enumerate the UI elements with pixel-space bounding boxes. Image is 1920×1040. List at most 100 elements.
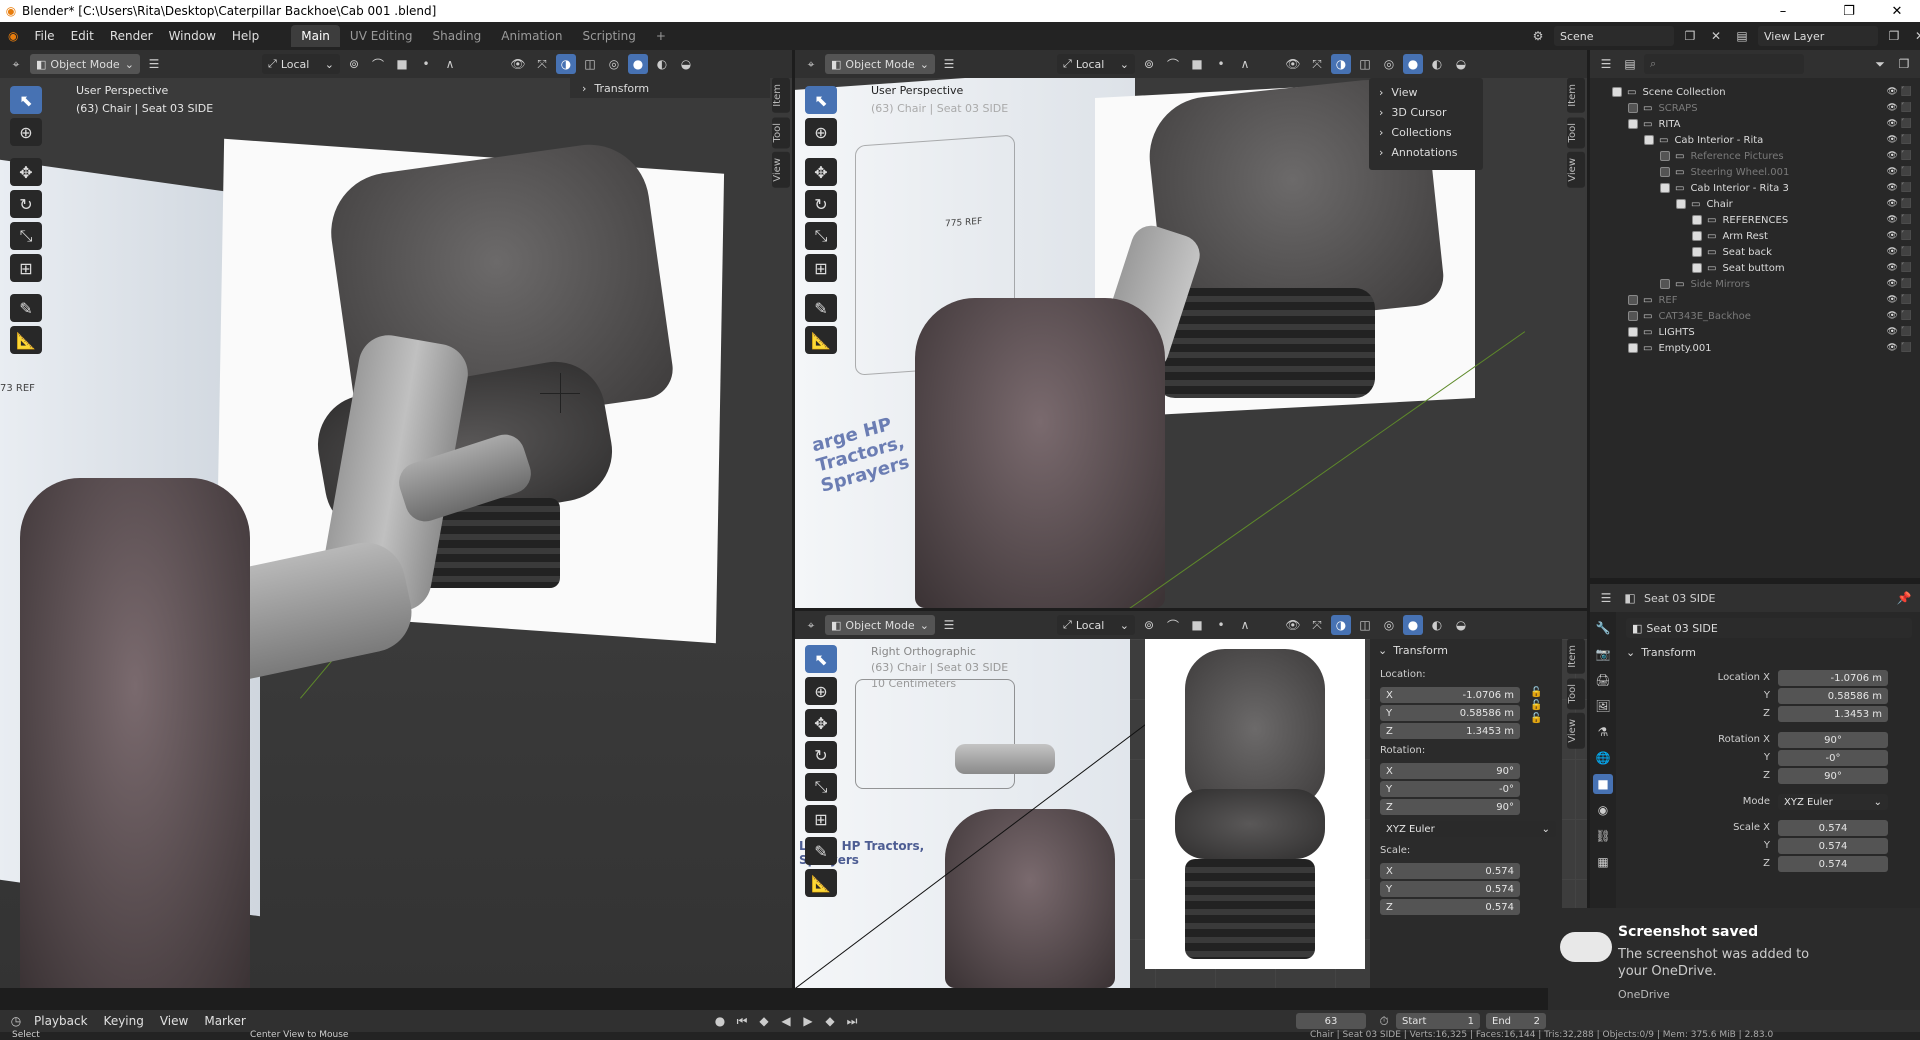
play-icon[interactable]: ▶	[798, 1011, 818, 1031]
menu-file[interactable]: File	[26, 22, 62, 50]
tab-item[interactable]: Item	[1567, 639, 1585, 674]
outliner-item[interactable]: ▭ LIGHTS 👁 ⬛	[1590, 324, 1920, 340]
outliner-item[interactable]: ▭ Cab Interior - Rita 3 👁 ⬛	[1590, 180, 1920, 196]
material-shading-icon[interactable]: ◐	[1427, 54, 1447, 74]
scale-x-field[interactable]: 0.574	[1778, 820, 1888, 836]
overlay-icon[interactable]: ◑	[1331, 615, 1351, 635]
editor-type-icon[interactable]: ⌖	[801, 615, 821, 635]
start-frame-field[interactable]: Start 1	[1396, 1013, 1480, 1029]
checkbox-icon[interactable]	[1628, 311, 1638, 321]
editor-type-icon[interactable]: ⌖	[801, 54, 821, 74]
transform-section-header[interactable]: ⌄ Transform	[1626, 646, 1696, 659]
jump-keyframe-forward-icon[interactable]: ◆	[820, 1011, 840, 1031]
location-y-field[interactable]: 0.58586 m	[1778, 688, 1888, 704]
cursor-tool-icon[interactable]: ⊕	[805, 677, 837, 705]
outliner-item[interactable]: ▭ Empty.001 👁 ⬛	[1590, 340, 1920, 356]
tab-scripting[interactable]: Scripting	[572, 25, 645, 47]
transform-panel-header[interactable]: ⌄ Transform	[1370, 639, 1562, 661]
measure-tool-icon[interactable]: 📐	[805, 326, 837, 354]
select-box-tool-icon[interactable]: ⬉	[805, 645, 837, 673]
checkbox-icon[interactable]	[1628, 295, 1638, 305]
transform-panel-header[interactable]: › Transform	[570, 78, 770, 98]
wireframe-shading-icon[interactable]: ◎	[604, 54, 624, 74]
checkbox-icon[interactable]	[1692, 215, 1702, 225]
cursor-tool-icon[interactable]: ⊕	[805, 118, 837, 146]
visibility-toggle-icon[interactable]: 👁 ⬛	[1887, 167, 1913, 177]
location-x-field[interactable]: X -1.0706 m	[1380, 687, 1520, 703]
hamburger-menu-icon[interactable]: ☰	[939, 54, 959, 74]
outliner-item[interactable]: ▭ Steering Wheel.001 👁 ⬛	[1590, 164, 1920, 180]
rotate-tool-icon[interactable]: ↻	[10, 190, 42, 218]
minimize-button[interactable]: –	[1760, 0, 1806, 22]
mode-selector[interactable]: ◧ Object Mode ⌄	[825, 615, 935, 635]
outliner-item[interactable]: ▭ Chair 👁 ⬛	[1590, 196, 1920, 212]
editor-type-icon[interactable]: ◷	[6, 1011, 26, 1031]
falloff-icon[interactable]: ∧	[440, 54, 460, 74]
annotate-tool-icon[interactable]: ✎	[805, 294, 837, 322]
proportional-icon[interactable]: •	[416, 54, 436, 74]
checkbox-icon[interactable]	[1660, 151, 1670, 161]
menu-window[interactable]: Window	[161, 22, 224, 50]
annotate-tool-icon[interactable]: ✎	[805, 837, 837, 865]
rotation-z-field[interactable]: 90°	[1778, 768, 1888, 784]
menu-render[interactable]: Render	[102, 22, 161, 50]
cursor-tool-icon[interactable]: ⊕	[10, 118, 42, 146]
view-layer-selector[interactable]: View Layer	[1758, 26, 1878, 46]
wireframe-shading-icon[interactable]: ◎	[1379, 54, 1399, 74]
visibility-icon[interactable]: 👁	[508, 54, 528, 74]
select-box-tool-icon[interactable]: ⬉	[805, 86, 837, 114]
output-tab-icon[interactable]: 🖨	[1593, 670, 1613, 690]
checkbox-icon[interactable]	[1628, 327, 1638, 337]
editor-type-icon[interactable]: ☰	[1596, 54, 1616, 74]
checkbox-icon[interactable]	[1644, 135, 1654, 145]
pivot-icon[interactable]: ⊚	[1139, 54, 1159, 74]
outliner-search-input[interactable]: ⌕	[1644, 54, 1804, 74]
play-reverse-icon[interactable]: ◀	[776, 1011, 796, 1031]
outliner-item[interactable]: ▭ REF 👁 ⬛	[1590, 292, 1920, 308]
wireframe-shading-icon[interactable]: ◎	[1379, 615, 1399, 635]
location-z-field[interactable]: 1.3453 m	[1778, 706, 1888, 722]
world-tab-icon[interactable]: 🌐	[1593, 748, 1613, 768]
blender-menu-icon[interactable]: ◉	[0, 22, 26, 50]
snap-target-icon[interactable]: ■	[392, 54, 412, 74]
proportional-icon[interactable]: •	[1211, 615, 1231, 635]
falloff-icon[interactable]: ∧	[1235, 615, 1255, 635]
falloff-icon[interactable]: ∧	[1235, 54, 1255, 74]
overlay-icon[interactable]: ◑	[1331, 54, 1351, 74]
tool-tab-icon[interactable]: 🔧	[1593, 618, 1613, 638]
menu-marker[interactable]: Marker	[196, 1007, 253, 1035]
overlay-icon[interactable]: ◑	[556, 54, 576, 74]
tab-tool[interactable]: Tool	[1567, 116, 1585, 149]
xray-icon[interactable]: ◫	[1355, 54, 1375, 74]
filter-icon[interactable]: ⏷	[1870, 54, 1890, 74]
checkbox-icon[interactable]	[1628, 343, 1638, 353]
move-tool-icon[interactable]: ✥	[805, 709, 837, 737]
menu-keying[interactable]: Keying	[96, 1007, 152, 1035]
right-bottom-3d-viewport[interactable]: Large HP Tractors, Sprayers ⬉ ⊕ ✥ ↻ ⤡ ⊞ …	[795, 639, 1587, 988]
scene-tab-icon[interactable]: ⚗	[1593, 722, 1613, 742]
checkbox-icon[interactable]	[1660, 279, 1670, 289]
material-shading-icon[interactable]: ◐	[652, 54, 672, 74]
tab-view[interactable]: View	[1567, 713, 1585, 749]
move-tool-icon[interactable]: ✥	[805, 158, 837, 186]
gizmo-icon[interactable]: ⤧	[1307, 54, 1327, 74]
gizmo-icon[interactable]: ⤧	[532, 54, 552, 74]
visibility-toggle-icon[interactable]: 👁 ⬛	[1887, 135, 1913, 145]
pivot-icon[interactable]: ⊚	[344, 54, 364, 74]
menu-view[interactable]: View	[152, 1007, 196, 1035]
snap-target-icon[interactable]: ■	[1187, 54, 1207, 74]
measure-tool-icon[interactable]: 📐	[10, 326, 42, 354]
location-y-field[interactable]: Y 0.58586 m	[1380, 705, 1520, 721]
delete-view-layer-icon[interactable]: ✕	[1910, 26, 1920, 46]
visibility-toggle-icon[interactable]: 👁 ⬛	[1887, 231, 1913, 241]
screenshot-notification[interactable]: Screenshot saved The screenshot was adde…	[1548, 908, 1920, 1010]
tab-tool[interactable]: Tool	[1567, 677, 1585, 710]
outliner-item[interactable]: ▭ Seat buttom 👁 ⬛	[1590, 260, 1920, 276]
tab-view[interactable]: View	[772, 152, 790, 188]
tab-item[interactable]: Item	[772, 78, 790, 113]
location-z-field[interactable]: Z 1.3453 m	[1380, 723, 1520, 739]
end-frame-field[interactable]: End 2	[1486, 1013, 1546, 1029]
visibility-toggle-icon[interactable]: 👁 ⬛	[1887, 263, 1913, 273]
menu-edit[interactable]: Edit	[63, 22, 102, 50]
solid-shading-icon[interactable]: ●	[1403, 54, 1423, 74]
